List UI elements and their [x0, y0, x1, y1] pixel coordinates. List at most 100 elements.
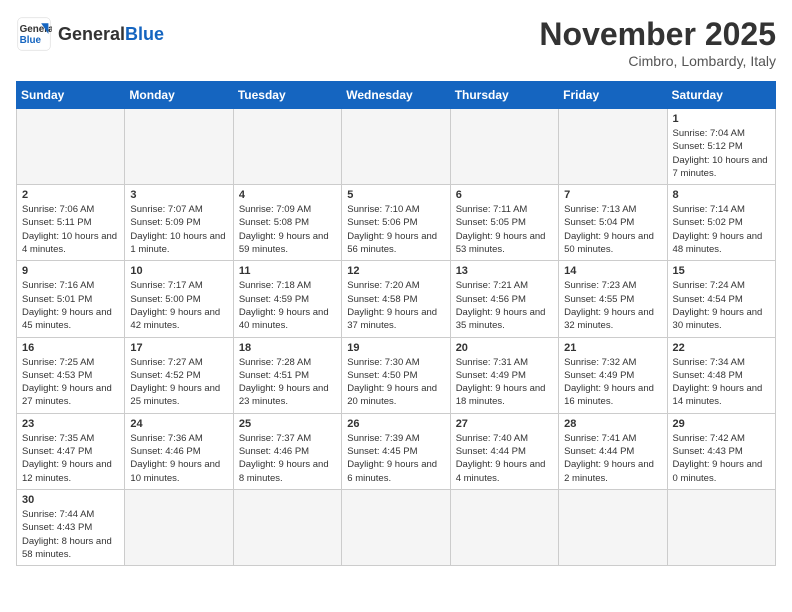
- calendar-title-area: November 2025 Cimbro, Lombardy, Italy: [539, 16, 776, 69]
- day-number: 16: [22, 342, 119, 354]
- calendar-day: [559, 489, 667, 565]
- weekday-header-sunday: Sunday: [17, 82, 125, 109]
- day-number: 15: [673, 265, 770, 277]
- calendar-day: 8Sunrise: 7:14 AM Sunset: 5:02 PM Daylig…: [667, 185, 775, 261]
- day-info: Sunrise: 7:28 AM Sunset: 4:51 PM Dayligh…: [239, 356, 336, 409]
- day-number: 27: [456, 418, 553, 430]
- day-info: Sunrise: 7:04 AM Sunset: 5:12 PM Dayligh…: [673, 127, 770, 180]
- day-number: 13: [456, 265, 553, 277]
- day-info: Sunrise: 7:41 AM Sunset: 4:44 PM Dayligh…: [564, 432, 661, 485]
- day-number: 6: [456, 189, 553, 201]
- weekday-header-saturday: Saturday: [667, 82, 775, 109]
- calendar-day: 1 Sunrise: 7:04 AM Sunset: 5:12 PM Daylig…: [667, 109, 775, 185]
- calendar-day: 4Sunrise: 7:09 AM Sunset: 5:08 PM Daylig…: [233, 185, 341, 261]
- day-info: Sunrise: 7:14 AM Sunset: 5:02 PM Dayligh…: [673, 203, 770, 256]
- calendar-day: 2 Sunrise: 7:06 AM Sunset: 5:11 PM Daylig…: [17, 185, 125, 261]
- calendar-day: 6Sunrise: 7:11 AM Sunset: 5:05 PM Daylig…: [450, 185, 558, 261]
- day-number: 11: [239, 265, 336, 277]
- weekday-header-tuesday: Tuesday: [233, 82, 341, 109]
- calendar-day: 10 Sunrise: 7:17 AM Sunset: 5:00 PM Dayli…: [125, 261, 233, 337]
- day-number: 18: [239, 342, 336, 354]
- calendar-week-5: 30Sunrise: 7:44 AM Sunset: 4:43 PM Dayli…: [17, 489, 776, 565]
- calendar-day: 28 Sunrise: 7:41 AM Sunset: 4:44 PM Dayli…: [559, 413, 667, 489]
- day-number: 4: [239, 189, 336, 201]
- calendar-day: [233, 109, 341, 185]
- day-info: Sunrise: 7:40 AM Sunset: 4:44 PM Dayligh…: [456, 432, 553, 485]
- calendar-day: 21Sunrise: 7:32 AM Sunset: 4:49 PM Dayli…: [559, 337, 667, 413]
- calendar-week-0: 1 Sunrise: 7:04 AM Sunset: 5:12 PM Daylig…: [17, 109, 776, 185]
- logo: General Blue GeneralBlue: [16, 16, 164, 52]
- calendar-day: 22Sunrise: 7:34 AM Sunset: 4:48 PM Dayli…: [667, 337, 775, 413]
- day-info: Sunrise: 7:16 AM Sunset: 5:01 PM Dayligh…: [22, 279, 119, 332]
- day-info: Sunrise: 7:23 AM Sunset: 4:55 PM Dayligh…: [564, 279, 661, 332]
- calendar-day: 13 Sunrise: 7:21 AM Sunset: 4:56 PM Dayli…: [450, 261, 558, 337]
- calendar-day: 18 Sunrise: 7:28 AM Sunset: 4:51 PM Dayli…: [233, 337, 341, 413]
- day-number: 10: [130, 265, 227, 277]
- calendar-day: 26Sunrise: 7:39 AM Sunset: 4:45 PM Dayli…: [342, 413, 450, 489]
- calendar-day: 27 Sunrise: 7:40 AM Sunset: 4:44 PM Dayli…: [450, 413, 558, 489]
- day-number: 1: [673, 113, 770, 125]
- calendar-day: [450, 489, 558, 565]
- day-info: Sunrise: 7:17 AM Sunset: 5:00 PM Dayligh…: [130, 279, 227, 332]
- calendar-day: 24 Sunrise: 7:36 AM Sunset: 4:46 PM Dayli…: [125, 413, 233, 489]
- calendar-day: [342, 489, 450, 565]
- day-info: Sunrise: 7:24 AM Sunset: 4:54 PM Dayligh…: [673, 279, 770, 332]
- day-number: 29: [673, 418, 770, 430]
- logo-icon: General Blue: [16, 16, 52, 52]
- day-info: Sunrise: 7:27 AM Sunset: 4:52 PM Dayligh…: [130, 356, 227, 409]
- calendar-day: 14 Sunrise: 7:23 AM Sunset: 4:55 PM Dayli…: [559, 261, 667, 337]
- calendar-day: 9 Sunrise: 7:16 AM Sunset: 5:01 PM Daylig…: [17, 261, 125, 337]
- calendar-day: 23Sunrise: 7:35 AM Sunset: 4:47 PM Dayli…: [17, 413, 125, 489]
- day-info: Sunrise: 7:07 AM Sunset: 5:09 PM Dayligh…: [130, 203, 227, 256]
- day-number: 21: [564, 342, 661, 354]
- day-number: 26: [347, 418, 444, 430]
- weekday-header-row: SundayMondayTuesdayWednesdayThursdayFrid…: [17, 82, 776, 109]
- day-number: 14: [564, 265, 661, 277]
- calendar-day: 29Sunrise: 7:42 AM Sunset: 4:43 PM Dayli…: [667, 413, 775, 489]
- calendar-day: 16Sunrise: 7:25 AM Sunset: 4:53 PM Dayli…: [17, 337, 125, 413]
- day-number: 22: [673, 342, 770, 354]
- location-subtitle: Cimbro, Lombardy, Italy: [539, 53, 776, 69]
- weekday-header-friday: Friday: [559, 82, 667, 109]
- calendar-day: 3 Sunrise: 7:07 AM Sunset: 5:09 PM Daylig…: [125, 185, 233, 261]
- day-info: Sunrise: 7:06 AM Sunset: 5:11 PM Dayligh…: [22, 203, 119, 256]
- day-info: Sunrise: 7:20 AM Sunset: 4:58 PM Dayligh…: [347, 279, 444, 332]
- calendar-day: 30Sunrise: 7:44 AM Sunset: 4:43 PM Dayli…: [17, 489, 125, 565]
- calendar-day: [17, 109, 125, 185]
- logo-general: General: [58, 24, 125, 44]
- calendar-day: 5Sunrise: 7:10 AM Sunset: 5:06 PM Daylig…: [342, 185, 450, 261]
- day-info: Sunrise: 7:18 AM Sunset: 4:59 PM Dayligh…: [239, 279, 336, 332]
- day-number: 2: [22, 189, 119, 201]
- calendar-week-3: 16Sunrise: 7:25 AM Sunset: 4:53 PM Dayli…: [17, 337, 776, 413]
- day-number: 3: [130, 189, 227, 201]
- calendar-day: [450, 109, 558, 185]
- day-info: Sunrise: 7:36 AM Sunset: 4:46 PM Dayligh…: [130, 432, 227, 485]
- logo-blue: Blue: [125, 24, 164, 44]
- calendar-day: 15 Sunrise: 7:24 AM Sunset: 4:54 PM Dayli…: [667, 261, 775, 337]
- calendar-day: [125, 489, 233, 565]
- calendar-table: SundayMondayTuesdayWednesdayThursdayFrid…: [16, 81, 776, 566]
- day-info: Sunrise: 7:37 AM Sunset: 4:46 PM Dayligh…: [239, 432, 336, 485]
- day-number: 28: [564, 418, 661, 430]
- weekday-header-thursday: Thursday: [450, 82, 558, 109]
- calendar-week-1: 2 Sunrise: 7:06 AM Sunset: 5:11 PM Daylig…: [17, 185, 776, 261]
- day-number: 9: [22, 265, 119, 277]
- svg-text:Blue: Blue: [20, 35, 42, 46]
- day-number: 17: [130, 342, 227, 354]
- weekday-header-wednesday: Wednesday: [342, 82, 450, 109]
- day-info: Sunrise: 7:13 AM Sunset: 5:04 PM Dayligh…: [564, 203, 661, 256]
- day-info: Sunrise: 7:31 AM Sunset: 4:49 PM Dayligh…: [456, 356, 553, 409]
- day-number: 24: [130, 418, 227, 430]
- day-number: 20: [456, 342, 553, 354]
- day-number: 7: [564, 189, 661, 201]
- day-number: 19: [347, 342, 444, 354]
- month-title: November 2025: [539, 16, 776, 53]
- calendar-day: 19Sunrise: 7:30 AM Sunset: 4:50 PM Dayli…: [342, 337, 450, 413]
- day-info: Sunrise: 7:21 AM Sunset: 4:56 PM Dayligh…: [456, 279, 553, 332]
- day-number: 12: [347, 265, 444, 277]
- calendar-day: 17 Sunrise: 7:27 AM Sunset: 4:52 PM Dayli…: [125, 337, 233, 413]
- day-number: 25: [239, 418, 336, 430]
- day-info: Sunrise: 7:10 AM Sunset: 5:06 PM Dayligh…: [347, 203, 444, 256]
- calendar-day: 7 Sunrise: 7:13 AM Sunset: 5:04 PM Daylig…: [559, 185, 667, 261]
- calendar-day: [667, 489, 775, 565]
